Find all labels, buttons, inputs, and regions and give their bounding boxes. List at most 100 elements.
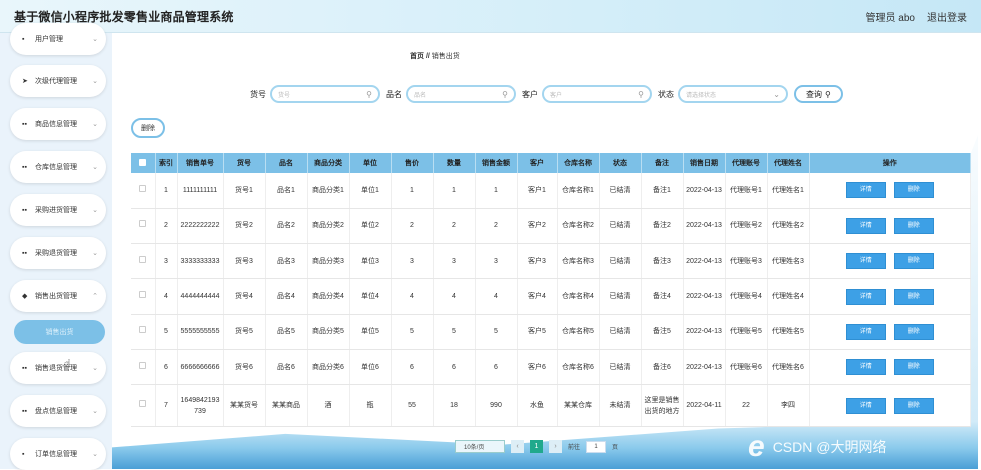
sidebar-item-label: 仓库信息管理 — [35, 164, 77, 171]
table-row: 2 2222222222 货号2 品名2 商品分类2 单位2 2 2 2 客户2 仓库名称2 已结清备… — [131, 208, 971, 245]
status-select[interactable]: 请选择状态 ⌄ — [678, 85, 788, 103]
admin-label[interactable]: 管理员 abo — [866, 9, 915, 24]
cell-name: 品名1 — [265, 173, 308, 209]
sidebar-item-product[interactable]: ▪▪ 商品信息管理 ⌄ — [10, 108, 106, 140]
cell-status: 已结清 — [599, 278, 642, 315]
col-agent-account: 代理账号 — [725, 153, 768, 173]
table-row: 7 1649842193739 某某货号 某某商品酒瓶 55 18 990 水鱼 某某仓库 未结清… — [131, 384, 971, 428]
next-page-button[interactable]: › — [549, 440, 562, 453]
cell-agent-account: 代理账号3 — [725, 243, 768, 280]
logout-link[interactable]: 退出登录 — [927, 9, 967, 24]
cell-name: 某某商品 — [265, 384, 308, 428]
cell-name: 品名4 — [265, 278, 308, 315]
detail-button[interactable]: 详情 — [845, 397, 886, 414]
delete-button[interactable]: 删除 — [893, 288, 934, 305]
delete-button[interactable]: 删除 — [893, 217, 934, 234]
cell-status: 已结清 — [599, 314, 642, 350]
sales-table: 索引 销售单号 货号 品名 商品分类 单位 售价 数量 销售金额 客户 仓库名称… — [131, 153, 971, 428]
cell-actions: 详情 删除 — [809, 208, 971, 245]
search-label-name: 品名 — [386, 89, 402, 99]
sidebar-item-agent[interactable]: ➤ 次级代理管理 ⌄ — [10, 65, 106, 97]
query-label: 查询 — [806, 89, 822, 99]
delete-button[interactable]: 删除 — [893, 359, 934, 376]
cell-agent-account: 代理账号5 — [725, 314, 768, 350]
sidebar-item-label: 盘点信息管理 — [35, 408, 77, 415]
page-size-select[interactable]: 10条/页 — [455, 440, 505, 453]
col-status: 状态 — [599, 153, 642, 173]
sidebar-item-label: 订单信息管理 — [35, 451, 77, 458]
page-number[interactable]: 1 — [530, 440, 543, 453]
cell-status: 已结清 — [599, 208, 642, 245]
cell-actions: 详情 删除 — [809, 384, 971, 428]
cell-remark: 备注1 — [641, 173, 684, 209]
sidebar-item-purchase-in[interactable]: ▪▪ 采购进货管理 ⌄ — [10, 194, 106, 226]
logo-icon: e — [748, 430, 765, 463]
cell-code: 货号3 — [223, 243, 266, 280]
row-checkbox[interactable] — [131, 349, 156, 386]
batch-delete-button[interactable]: 删除 — [131, 118, 165, 138]
table-row: 3 3333333333 货号3 品名3 商品分类3 单位3 3 3 3 客户3 仓库名称3 已结清备… — [131, 243, 971, 280]
code-input[interactable]: 货号 ⚲ — [270, 85, 380, 103]
goto-page-input[interactable]: 1 — [586, 440, 607, 453]
user-icon: ▪ — [22, 35, 25, 43]
cell-order-no: 3333333333 — [177, 243, 224, 280]
table-row: 4 4444444444 货号4 品名4 商品分类4 单位4 4 4 4 客户4 仓库名称4 已结清备… — [131, 278, 971, 315]
status-placeholder: 请选择状态 — [686, 92, 717, 99]
cell-qty: 18 — [433, 384, 476, 428]
sidebar-item-purchase-return[interactable]: ▪▪ 采购退货管理 ⌄ — [10, 237, 106, 269]
cell-amount: 5 — [475, 314, 518, 350]
cell-agent-account: 代理账号2 — [725, 208, 768, 245]
cell-code: 货号6 — [223, 349, 266, 386]
page-unit-label: 页 — [612, 445, 619, 451]
cell-actions: 详情 删除 — [809, 173, 971, 209]
cell-date: 2022-04-11 — [683, 384, 726, 428]
sidebar-item-inventory[interactable]: ▪▪ 盘点信息管理 ⌄ — [10, 395, 106, 427]
sidebar-item-order[interactable]: ▪ 订单信息管理 ⌄ — [10, 438, 106, 470]
prev-page-button[interactable]: ‹ — [511, 440, 524, 453]
sidebar-item-user[interactable]: ▪ 用户管理 ⌄ — [10, 23, 106, 55]
row-checkbox[interactable] — [131, 314, 156, 350]
row-checkbox[interactable] — [131, 243, 156, 280]
sidebar-item-warehouse[interactable]: ▪▪ 仓库信息管理 ⌄ — [10, 151, 106, 183]
col-date: 销售日期 — [683, 153, 726, 173]
sidebar: ▪ 用户管理 ⌄ ➤ 次级代理管理 ⌄ ▪▪ 商品信息管理 ⌄ ▪▪ 仓库信息管理 ⌄ ▪▪ 采购… — [0, 23, 112, 470]
paper-plane-icon: ➤ — [22, 78, 28, 85]
row-checkbox[interactable] — [131, 384, 156, 428]
chevron-down-icon: ⌄ — [92, 451, 98, 458]
delete-button[interactable]: 删除 — [893, 323, 934, 340]
sidebar-item-sales-out[interactable]: ◆ 销售出货管理 ⌃ — [10, 280, 106, 312]
cell-customer: 客户4 — [517, 278, 558, 315]
detail-button[interactable]: 详情 — [845, 217, 886, 234]
delete-button[interactable]: 删除 — [893, 182, 934, 199]
customer-input[interactable]: 客户 ⚲ — [542, 85, 652, 103]
detail-button[interactable]: 详情 — [845, 253, 886, 270]
select-all-checkbox[interactable] — [131, 153, 156, 173]
breadcrumb-home[interactable]: 首页 — [410, 53, 424, 60]
chevron-up-icon: ⌃ — [92, 293, 98, 300]
cell-amount: 3 — [475, 243, 518, 280]
sidebar-item-sales-return[interactable]: ▪▪ 销售退货管理 ⌄ — [10, 352, 106, 384]
row-checkbox[interactable] — [131, 278, 156, 315]
cell-warehouse: 仓库名称1 — [557, 173, 600, 209]
col-warehouse: 仓库名称 — [557, 153, 600, 173]
delete-button[interactable]: 删除 — [893, 397, 934, 414]
detail-button[interactable]: 详情 — [845, 288, 886, 305]
cell-category: 商品分类1 — [307, 173, 350, 209]
cell-name: 品名5 — [265, 314, 308, 350]
delete-button[interactable]: 删除 — [893, 253, 934, 270]
cell-qty: 6 — [433, 349, 476, 386]
sidebar-subitem-sales-out[interactable]: 销售出货 — [14, 320, 105, 344]
name-input[interactable]: 品名 ⚲ — [406, 85, 516, 103]
row-checkbox[interactable] — [131, 208, 156, 245]
detail-button[interactable]: 详情 — [845, 323, 886, 340]
cell-agent-account: 22 — [725, 384, 768, 428]
cell-price: 2 — [391, 208, 434, 245]
detail-button[interactable]: 详情 — [845, 182, 886, 199]
detail-button[interactable]: 详情 — [845, 359, 886, 376]
query-button[interactable]: 查询 ⚲ — [794, 85, 843, 103]
chevron-down-icon: ⌄ — [773, 89, 780, 99]
cell-agent-name: 代理姓名3 — [767, 243, 810, 280]
row-checkbox[interactable] — [131, 173, 156, 209]
cell-actions: 详情 删除 — [809, 314, 971, 350]
cell-remark: 备注4 — [641, 278, 684, 315]
